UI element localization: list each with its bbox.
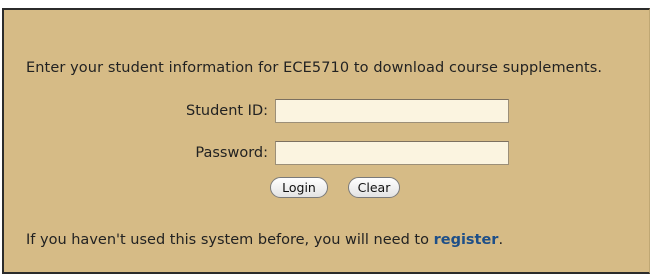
clear-button[interactable]: Clear [348,177,400,198]
login-panel: Enter your student information for ECE57… [2,8,650,274]
register-link[interactable]: register [434,232,499,248]
password-label: Password: [195,145,268,161]
password-input[interactable] [275,141,509,165]
login-button[interactable]: Login [270,177,328,198]
student-id-label: Student ID: [185,103,268,119]
student-id-input[interactable] [275,99,509,123]
intro-text: Enter your student information for ECE57… [26,60,603,76]
password-row: Password: [4,141,644,167]
register-prompt-text: If you haven't used this system before, … [26,232,434,248]
register-prompt: If you haven't used this system before, … [26,232,503,248]
register-prompt-suffix: . [498,232,504,248]
student-id-row: Student ID: [4,99,644,125]
